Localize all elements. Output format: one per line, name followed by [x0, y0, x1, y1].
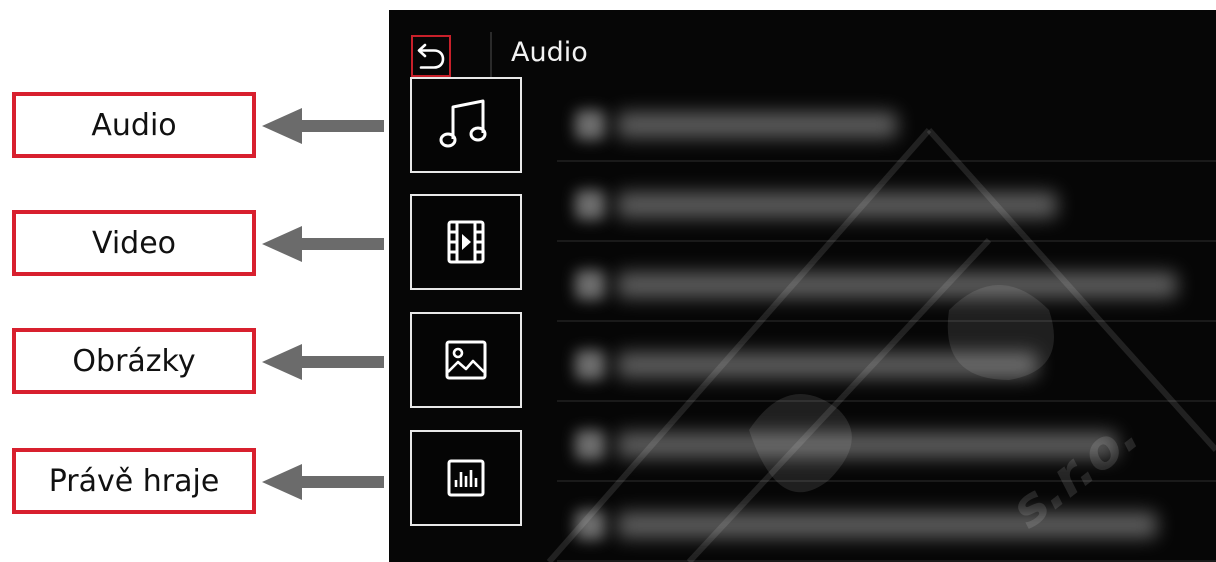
music-note-icon [575, 430, 605, 460]
now-playing-button[interactable] [410, 430, 522, 526]
page-title: Audio [511, 37, 588, 68]
music-note-icon [575, 510, 605, 540]
track-title-blurred [617, 352, 1037, 378]
track-title-blurred [617, 272, 1177, 298]
video-button[interactable] [410, 194, 522, 290]
callout-audio: Audio [12, 92, 256, 158]
track-row[interactable] [557, 166, 1216, 242]
callout-pictures: Obrázky [12, 328, 256, 394]
track-title-blurred [617, 432, 1117, 458]
track-list [557, 86, 1216, 562]
top-bar: Audio [389, 10, 1216, 86]
track-title-blurred [617, 192, 1057, 218]
equalizer-icon [447, 459, 485, 497]
callout-now-playing: Právě hraje [12, 448, 256, 514]
callout-now-playing-label: Právě hraje [48, 463, 220, 499]
image-icon [445, 340, 487, 380]
music-note-icon [439, 99, 487, 148]
track-row[interactable] [557, 326, 1216, 402]
track-row[interactable] [557, 86, 1216, 162]
callout-video: Video [12, 210, 256, 276]
arrow-left-icon [262, 464, 384, 500]
track-row[interactable] [557, 406, 1216, 482]
music-note-icon [575, 190, 605, 220]
music-note-icon [575, 270, 605, 300]
track-title-blurred [617, 112, 897, 138]
film-strip-icon [447, 220, 485, 264]
media-screen: Audio s.r.o. [389, 10, 1216, 562]
back-arrow-icon [417, 43, 445, 69]
track-row[interactable] [557, 246, 1216, 322]
track-row[interactable] [557, 486, 1216, 562]
pictures-button[interactable] [410, 312, 522, 408]
callout-video-label: Video [91, 225, 177, 261]
top-bar-divider [490, 32, 492, 78]
back-button[interactable] [411, 35, 451, 77]
arrow-left-icon [262, 344, 384, 380]
track-title-blurred [617, 512, 1157, 538]
music-note-icon [575, 350, 605, 380]
music-note-icon [575, 110, 605, 140]
arrow-left-icon [262, 226, 384, 262]
callout-pictures-label: Obrázky [72, 343, 196, 379]
audio-button[interactable] [410, 77, 522, 173]
arrow-left-icon [262, 108, 384, 144]
callout-audio-label: Audio [91, 107, 177, 143]
